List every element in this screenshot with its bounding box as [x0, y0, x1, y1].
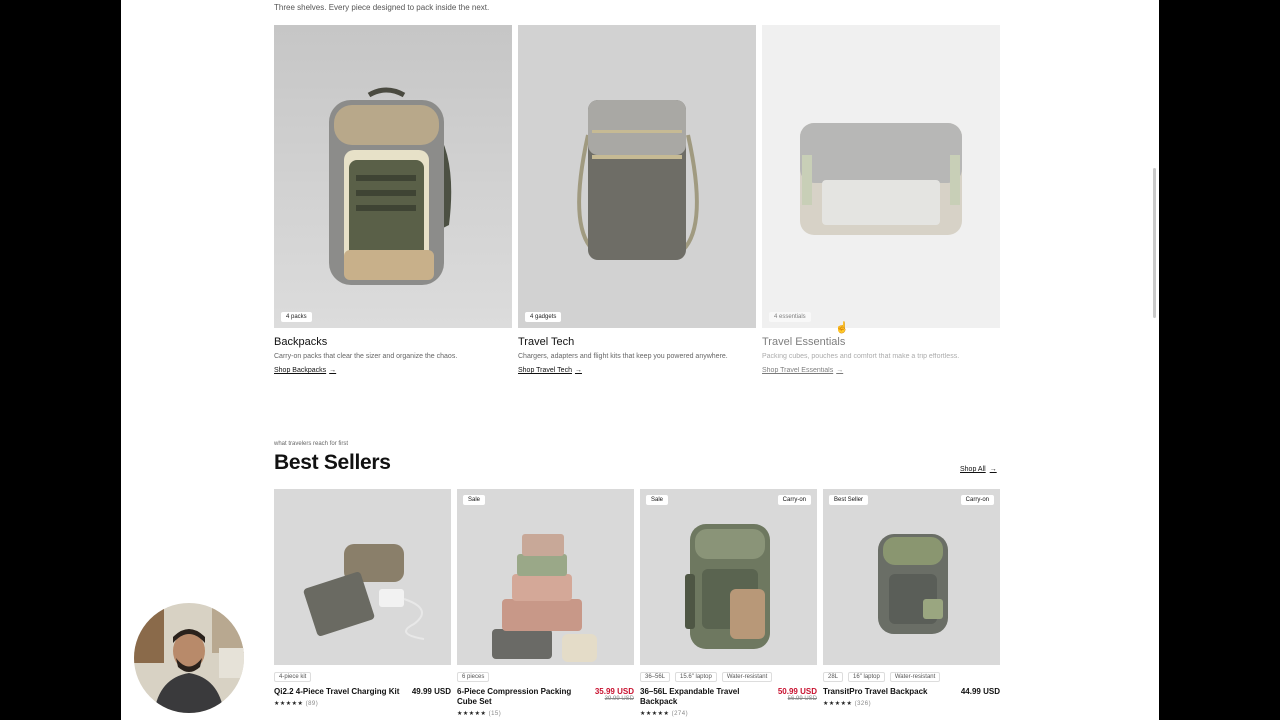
product-rating: ★★★★★ (89) — [274, 700, 451, 707]
sale-badge: Sale — [463, 495, 486, 505]
arrow-right-icon: → — [836, 367, 844, 374]
product-compare-price: 56.99 USD — [787, 696, 817, 702]
arrow-right-icon: → — [329, 367, 337, 374]
review-count: (274) — [671, 711, 689, 717]
product-image[interactable] — [274, 489, 451, 665]
backpack-image — [274, 25, 512, 328]
product-price: 44.99 USD — [960, 687, 1000, 696]
arrow-right-icon: → — [989, 466, 997, 473]
product-compare-price: 39.99 USD — [604, 696, 634, 702]
collections-subtitle: Three shelves. Every piece designed to p… — [274, 3, 490, 12]
product-price: 50.99 USD — [777, 687, 817, 696]
category-description: Packing cubes, pouches and comfort that … — [762, 353, 960, 360]
category-title[interactable]: Backpacks — [274, 336, 512, 348]
product-price: 35.99 USD — [594, 687, 634, 696]
review-count: (326) — [854, 701, 872, 707]
category-count-pill: 4 packs — [281, 312, 312, 322]
shop-travel-tech-link[interactable]: Shop Travel Tech → — [518, 367, 756, 374]
webcam-overlay — [134, 603, 244, 713]
product-tag: 6 pieces — [457, 672, 490, 682]
hand-cursor-icon: ☝ — [835, 322, 849, 334]
product-tag: Water-resistant — [721, 672, 773, 682]
product-rating: ★★★★★ (15) — [457, 710, 634, 717]
toiletry-bag-image — [800, 123, 962, 235]
category-description: Chargers, adapters and flight kits that … — [518, 353, 728, 360]
charging-kit-image — [274, 489, 451, 665]
category-title[interactable]: Travel Essentials — [762, 336, 1000, 348]
page-scrollbar[interactable] — [1153, 168, 1156, 318]
product-tags: 28L 16" laptop Water-resistant — [823, 672, 1000, 682]
carry-on-badge: Carry-on — [777, 495, 811, 505]
product-image[interactable]: Sale Carry-on — [640, 489, 817, 665]
product-tags: 36–56L 15.6" laptop Water-resistant — [640, 672, 817, 682]
bestsellers-title: Best Sellers — [274, 451, 391, 474]
product-image[interactable]: Best Seller Carry-on — [823, 489, 1000, 665]
star-icon: ★★★★★ — [457, 711, 487, 717]
product-rating: ★★★★★ (326) — [823, 700, 1000, 707]
product-rating: ★★★★★ (274) — [640, 710, 817, 717]
product-name[interactable]: 36–56L Expandable Travel Backpack — [640, 687, 770, 707]
category-image-travel-tech[interactable]: 4 gadgets — [518, 25, 756, 328]
star-icon: ★★★★★ — [823, 701, 853, 707]
product-card[interactable]: Sale 6 pieces 6-Piece Compression Packin… — [457, 489, 634, 717]
category-card-travel-tech[interactable]: 4 gadgets Travel Tech Chargers, adapters… — [518, 25, 756, 374]
category-card-backpacks[interactable]: 4 packs Backpacks Carry-on packs that cl… — [274, 25, 512, 374]
shop-backpacks-link[interactable]: Shop Backpacks → — [274, 367, 512, 374]
shop-link-label[interactable]: Shop Travel Essentials — [762, 367, 833, 374]
category-count-pill: 4 gadgets — [525, 312, 562, 322]
product-image[interactable]: Sale — [457, 489, 634, 665]
transit-backpack-image — [823, 489, 1000, 665]
product-tags: 4-piece kit — [274, 672, 451, 682]
presenter-video — [134, 603, 244, 713]
product-name[interactable]: Qi2.2 4-Piece Travel Charging Kit — [274, 687, 404, 697]
shop-link-label[interactable]: Shop Backpacks — [274, 367, 326, 374]
store-page: Three shelves. Every piece designed to p… — [121, 0, 1159, 720]
star-icon: ★★★★★ — [274, 701, 304, 707]
category-description: Carry-on packs that clear the sizer and … — [274, 353, 458, 360]
product-tags: 6 pieces — [457, 672, 634, 682]
product-name[interactable]: TransitPro Travel Backpack — [823, 687, 953, 697]
shop-travel-essentials-link[interactable]: Shop Travel Essentials → — [762, 367, 1000, 374]
sale-badge: Sale — [646, 495, 669, 505]
product-tag: 4-piece kit — [274, 672, 312, 682]
product-tag: Water-resistant — [889, 672, 941, 682]
category-image-backpacks[interactable]: 4 packs — [274, 25, 512, 328]
bestsellers-eyebrow: what travelers reach for first — [274, 441, 349, 447]
best-seller-badge: Best Seller — [829, 495, 869, 505]
packing-cubes-image — [457, 489, 634, 665]
product-card[interactable]: Sale Carry-on 36–56L 15.6" laptop Water-… — [640, 489, 817, 717]
product-card[interactable]: Best Seller Carry-on 28L 16" laptop Wate… — [823, 489, 1000, 707]
category-card-travel-essentials[interactable]: 4 essentials Travel Essentials Packing c… — [762, 25, 1000, 374]
review-count: (15) — [488, 711, 502, 717]
product-card[interactable]: 4-piece kit Qi2.2 4-Piece Travel Chargin… — [274, 489, 451, 707]
expandable-backpack-image — [640, 489, 817, 665]
product-tag: 16" laptop — [848, 672, 885, 682]
product-tag: 28L — [823, 672, 844, 682]
carry-on-badge: Carry-on — [960, 495, 994, 505]
category-title[interactable]: Travel Tech — [518, 336, 756, 348]
category-image-travel-essentials[interactable]: 4 essentials — [762, 25, 1000, 328]
category-count-pill: 4 essentials — [769, 312, 811, 322]
arrow-right-icon: → — [574, 367, 582, 374]
product-price: 49.99 USD — [411, 687, 451, 696]
shop-all-link[interactable]: Shop All → — [960, 466, 997, 473]
star-icon: ★★★★★ — [640, 711, 670, 717]
review-count: (89) — [305, 701, 319, 707]
tech-pouch-image — [518, 25, 756, 328]
product-name[interactable]: 6-Piece Compression Packing Cube Set — [457, 687, 587, 707]
shop-all-label[interactable]: Shop All — [960, 466, 986, 473]
product-tag: 15.6" laptop — [675, 672, 717, 682]
shop-link-label[interactable]: Shop Travel Tech — [518, 367, 572, 374]
product-tag: 36–56L — [640, 672, 671, 682]
